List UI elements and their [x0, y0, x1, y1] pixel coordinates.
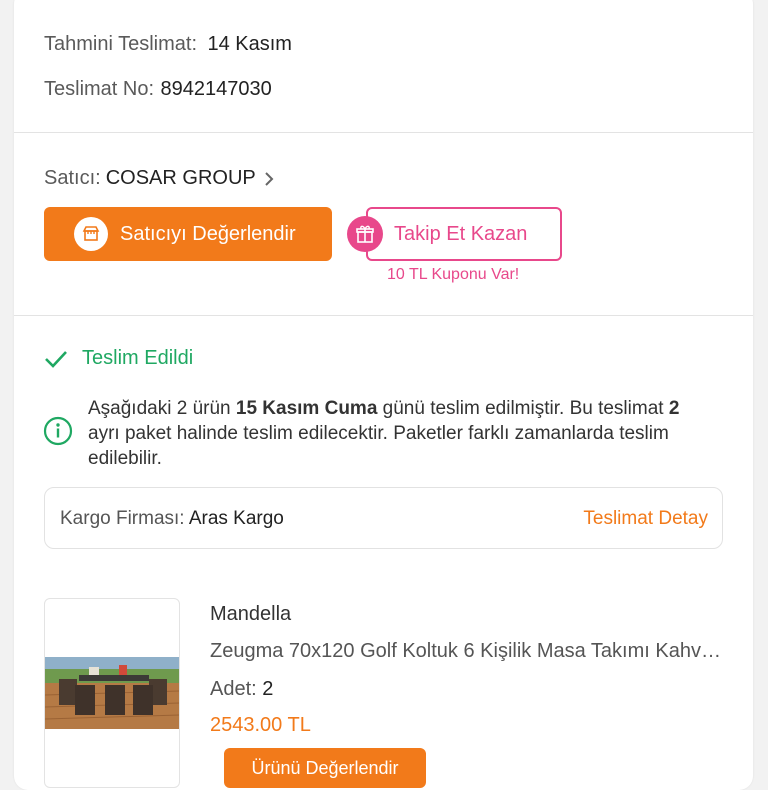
- product-price: 2543.00 TL: [210, 714, 311, 736]
- product-brand: Mandella: [210, 603, 292, 625]
- chevron-right-icon: [264, 171, 274, 187]
- estimated-delivery: Tahmini Teslimat: 14 Kasım: [44, 33, 292, 56]
- follow-earn-button[interactable]: Takip Et Kazan: [366, 207, 562, 261]
- divider: [14, 132, 753, 133]
- cargo-company-name: Aras Kargo: [188, 508, 284, 529]
- info-prefix: Aşağıdaki 2 ürün: [88, 398, 236, 419]
- info-date: 15 Kasım Cuma: [235, 398, 378, 419]
- coupon-text: 10 TL Kuponu Var!: [387, 266, 520, 283]
- delivery-number: Teslimat No: 8942147030: [44, 78, 272, 101]
- cargo-label: Kargo Firması:: [60, 508, 185, 529]
- checkmark-icon: [44, 349, 68, 369]
- rate-product-label: Ürünü Değerlendir: [251, 757, 399, 778]
- product-name[interactable]: Zeugma 70x120 Golf Koltuk 6 Kişilik Masa…: [210, 640, 725, 663]
- estimated-delivery-label: Tahmini Teslimat:: [44, 33, 198, 55]
- rate-product-button[interactable]: Ürünü Değerlendir: [224, 748, 426, 788]
- furniture-image: [45, 657, 179, 729]
- seller-link[interactable]: Satıcı: COSAR GROUP: [44, 167, 274, 190]
- cargo-company: Kargo Firması: Aras Kargo: [60, 508, 284, 530]
- product-image[interactable]: [44, 598, 180, 788]
- store-icon: [74, 217, 108, 251]
- delivery-number-value: 8942147030: [160, 78, 272, 100]
- delivery-detail-link[interactable]: Teslimat Detay: [583, 508, 708, 530]
- delivery-status: Teslim Edildi: [44, 347, 193, 370]
- delivery-number-label: Teslimat No:: [44, 78, 155, 100]
- seller-label: Satıcı:: [44, 167, 101, 189]
- seller-name: COSAR GROUP: [105, 167, 256, 189]
- quantity-label: Adet:: [210, 678, 257, 700]
- estimated-delivery-value: 14 Kasım: [207, 33, 292, 55]
- info-suffix: ayrı paket halinde teslim edilecektir. P…: [88, 423, 669, 469]
- info-icon: [43, 416, 73, 451]
- info-count: 2: [668, 398, 680, 419]
- info-mid: günü teslim edilmiştir. Bu teslimat: [377, 398, 669, 419]
- rate-seller-label: Satıcıyı Değerlendir: [120, 222, 296, 245]
- follow-earn-label: Takip Et Kazan: [394, 222, 528, 245]
- delivery-status-text: Teslim Edildi: [82, 347, 194, 369]
- product-quantity: Adet: 2: [210, 678, 273, 701]
- rate-seller-button[interactable]: Satıcıyı Değerlendir: [44, 207, 332, 261]
- cargo-box: Kargo Firması: Aras Kargo Teslimat Detay: [44, 487, 723, 549]
- quantity-value: 2: [262, 678, 274, 700]
- delivery-info-text: Aşağıdaki 2 ürün 15 Kasım Cuma günü tesl…: [88, 396, 708, 471]
- gift-icon: [347, 216, 383, 252]
- divider: [14, 315, 753, 316]
